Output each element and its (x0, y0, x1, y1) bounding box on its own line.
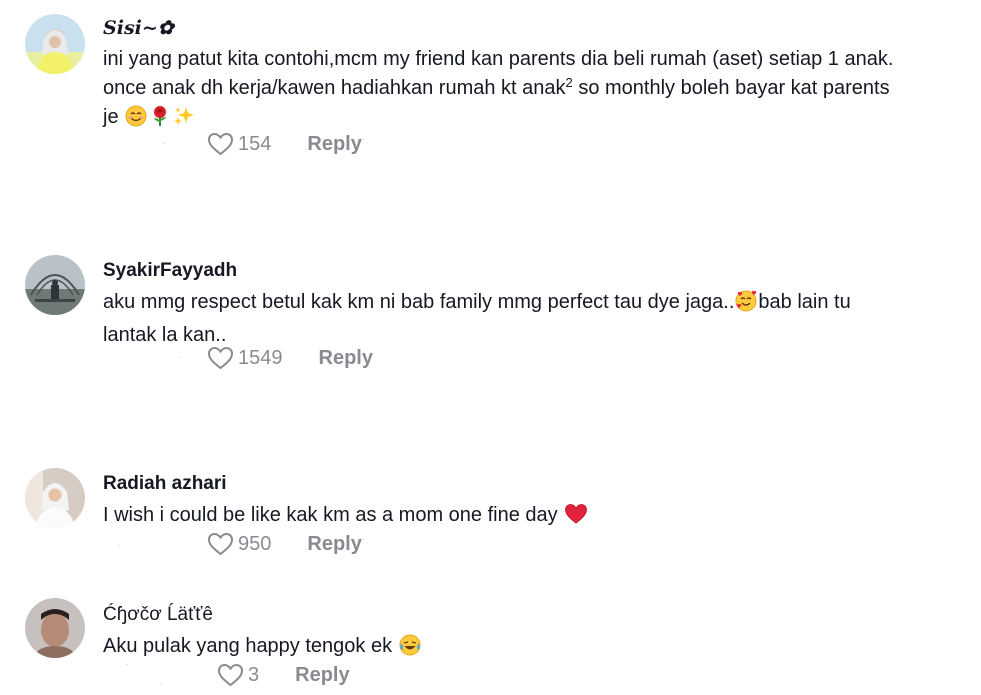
reply-button[interactable]: Reply (307, 533, 361, 556)
heart-outline-icon (217, 663, 244, 687)
comment-line-part: Aku pulak yang happy tengok ek (103, 635, 398, 657)
divider-dot (118, 545, 120, 546)
red-heart-emoji (564, 503, 588, 534)
avatar[interactable] (25, 468, 85, 528)
smiling-face-with-hearts-emoji (735, 290, 757, 321)
like-button[interactable]: 3 (217, 663, 259, 687)
avatar-image (25, 598, 85, 658)
comment-line-part: bab lain tu (758, 291, 851, 313)
comment-line-part: so monthly boleh bayar kat parents (572, 77, 890, 99)
avatar-image (25, 14, 85, 74)
superscript: 2 (565, 75, 573, 90)
avatar[interactable] (25, 255, 85, 315)
divider-dot (163, 143, 165, 144)
comment-line: ini yang patut kita contohi,mcm my frien… (103, 48, 894, 70)
like-button[interactable]: 154 (207, 132, 271, 156)
like-button[interactable]: 1549 (207, 346, 283, 370)
avatar-image (25, 468, 85, 528)
comment-line-part: I wish i could be like kak km as a mom o… (103, 504, 564, 526)
comment-body: SyakirFayyadh aku mmg respect betul kak … (103, 259, 975, 350)
avatar[interactable] (25, 598, 85, 658)
username[interactable]: Radiah azhari (103, 472, 975, 496)
comment-actions: 3 Reply (217, 661, 350, 689)
like-button[interactable]: 950 (207, 532, 271, 556)
like-count: 154 (238, 132, 272, 155)
sparkles-emoji (173, 105, 195, 136)
divider-dot (160, 684, 162, 685)
comment-actions: 1549 Reply (207, 344, 373, 372)
like-count: 950 (238, 532, 272, 555)
comment-body: Radiah azhari I wish i could be like kak… (103, 472, 975, 534)
heart-outline-icon (207, 346, 234, 370)
comment-actions: 950 Reply (207, 530, 362, 558)
username[interactable]: Ćɧơčơ Ĺäťťê (103, 603, 975, 627)
comment-text: aku mmg respect betul kak km ni bab fami… (103, 288, 975, 350)
reply-button[interactable]: Reply (307, 133, 361, 156)
username[interactable]: SyakirFayyadh (103, 259, 975, 283)
avatar-image (25, 255, 85, 315)
like-count: 3 (248, 663, 260, 686)
like-count: 1549 (238, 346, 283, 369)
heart-outline-icon (207, 132, 234, 156)
comment-body: Ćɧơčơ Ĺäťťê Aku pulak yang happy tengok … (103, 603, 975, 665)
avatar[interactable] (25, 14, 85, 74)
comment-line: once anak dh kerja/kawen hadiahkan rumah… (103, 74, 975, 103)
comment-line-part: aku mmg respect betul kak km ni bab fami… (103, 291, 735, 313)
divider-dot (180, 357, 182, 358)
comment-line-part: je (103, 106, 125, 128)
reply-button[interactable]: Reply (319, 347, 373, 370)
face-with-tears-of-joy-emoji (399, 634, 421, 665)
heart-outline-icon (207, 532, 234, 556)
comment-text: ini yang patut kita contohi,mcm my frien… (103, 45, 975, 136)
comment-line-part: once anak dh kerja/kawen hadiahkan rumah… (103, 77, 566, 99)
username[interactable]: Sisi~✿ (103, 16, 975, 40)
divider-dot (126, 664, 128, 665)
smiling-face-emoji (125, 105, 147, 136)
comment-line: aku mmg respect betul kak km ni bab fami… (103, 288, 975, 321)
rose-emoji (149, 105, 171, 136)
comment-actions: 154 Reply (207, 130, 362, 158)
comment-body: Sisi~✿ ini yang patut kita contohi,mcm m… (103, 16, 975, 136)
reply-button[interactable]: Reply (295, 664, 349, 687)
